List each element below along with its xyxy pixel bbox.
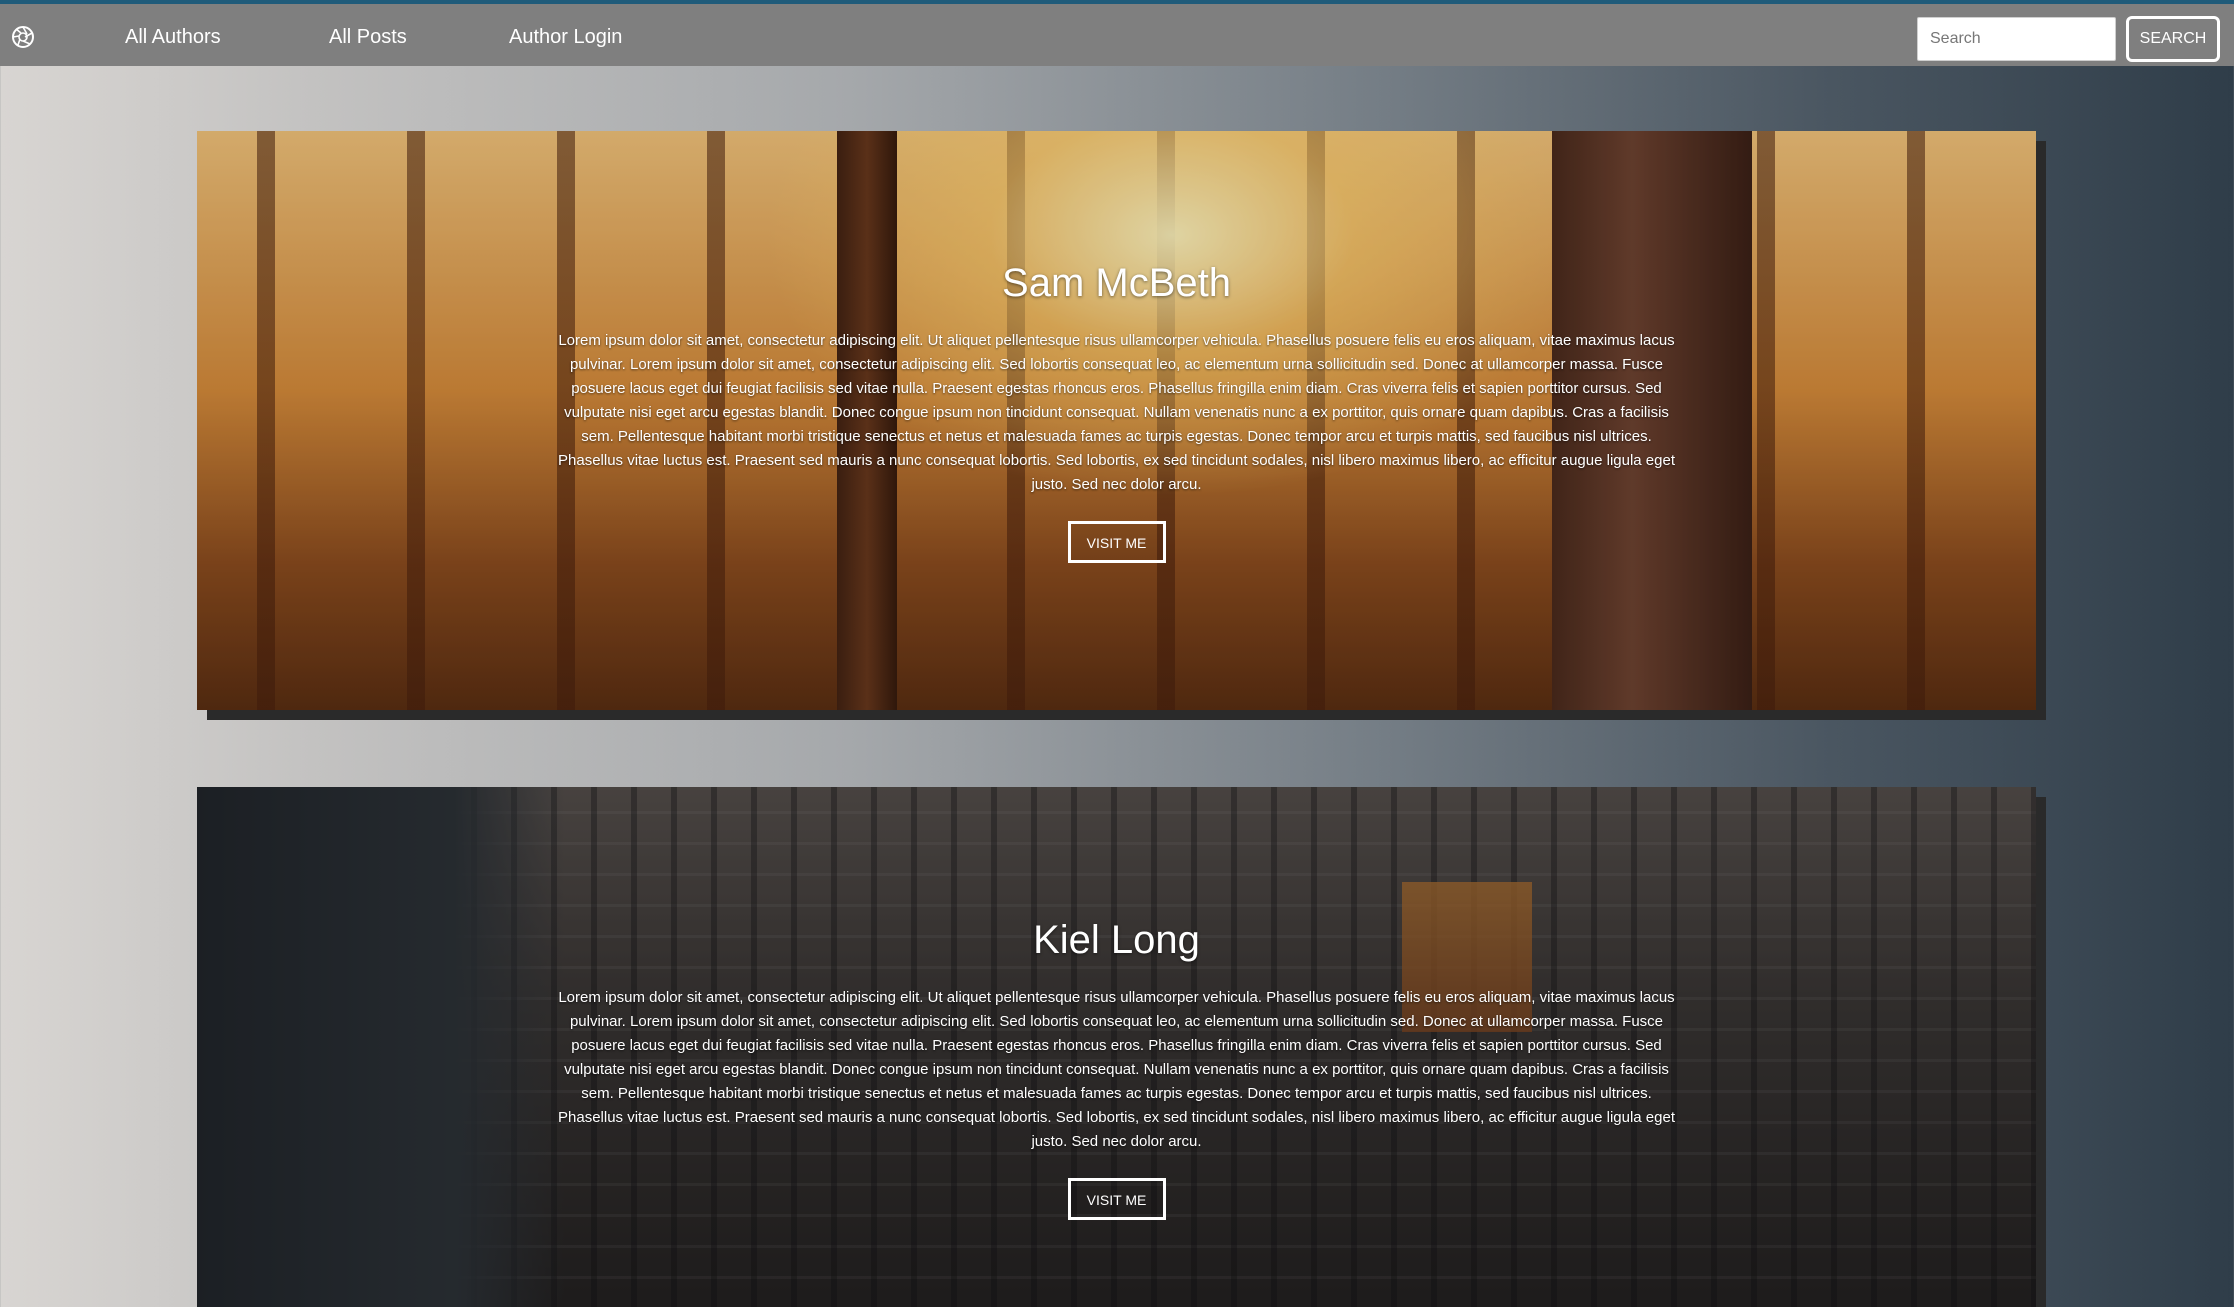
aperture-icon[interactable] [10, 24, 36, 50]
author-card-content: Kiel Long Lorem ipsum dolor sit amet, co… [197, 916, 2036, 1220]
search-input[interactable] [1917, 17, 2116, 61]
author-name: Sam McBeth [1002, 261, 1231, 305]
visit-me-button[interactable]: VISIT ME [1067, 521, 1166, 563]
visit-me-button[interactable]: VISIT ME [1067, 1178, 1166, 1220]
author-name: Kiel Long [1033, 918, 1200, 962]
author-card-sam-mcbeth: Sam McBeth Lorem ipsum dolor sit amet, c… [197, 131, 2036, 710]
search-button[interactable]: SEARCH [2126, 16, 2220, 62]
nav-link-all-posts[interactable]: All Posts [329, 24, 407, 50]
aperture-icon-graphic [12, 26, 34, 48]
nav-link-all-authors[interactable]: All Authors [125, 24, 221, 50]
author-card-kiel-long: Kiel Long Lorem ipsum dolor sit amet, co… [197, 787, 2036, 1307]
author-bio: Lorem ipsum dolor sit amet, consectetur … [558, 989, 1675, 1150]
author-bio: Lorem ipsum dolor sit amet, consectetur … [558, 332, 1675, 493]
author-card-content: Sam McBeth Lorem ipsum dolor sit amet, c… [197, 259, 2036, 563]
top-navigation-bar: All Authors All Posts Author Login SEARC… [0, 0, 2234, 66]
nav-link-author-login[interactable]: Author Login [509, 24, 622, 50]
